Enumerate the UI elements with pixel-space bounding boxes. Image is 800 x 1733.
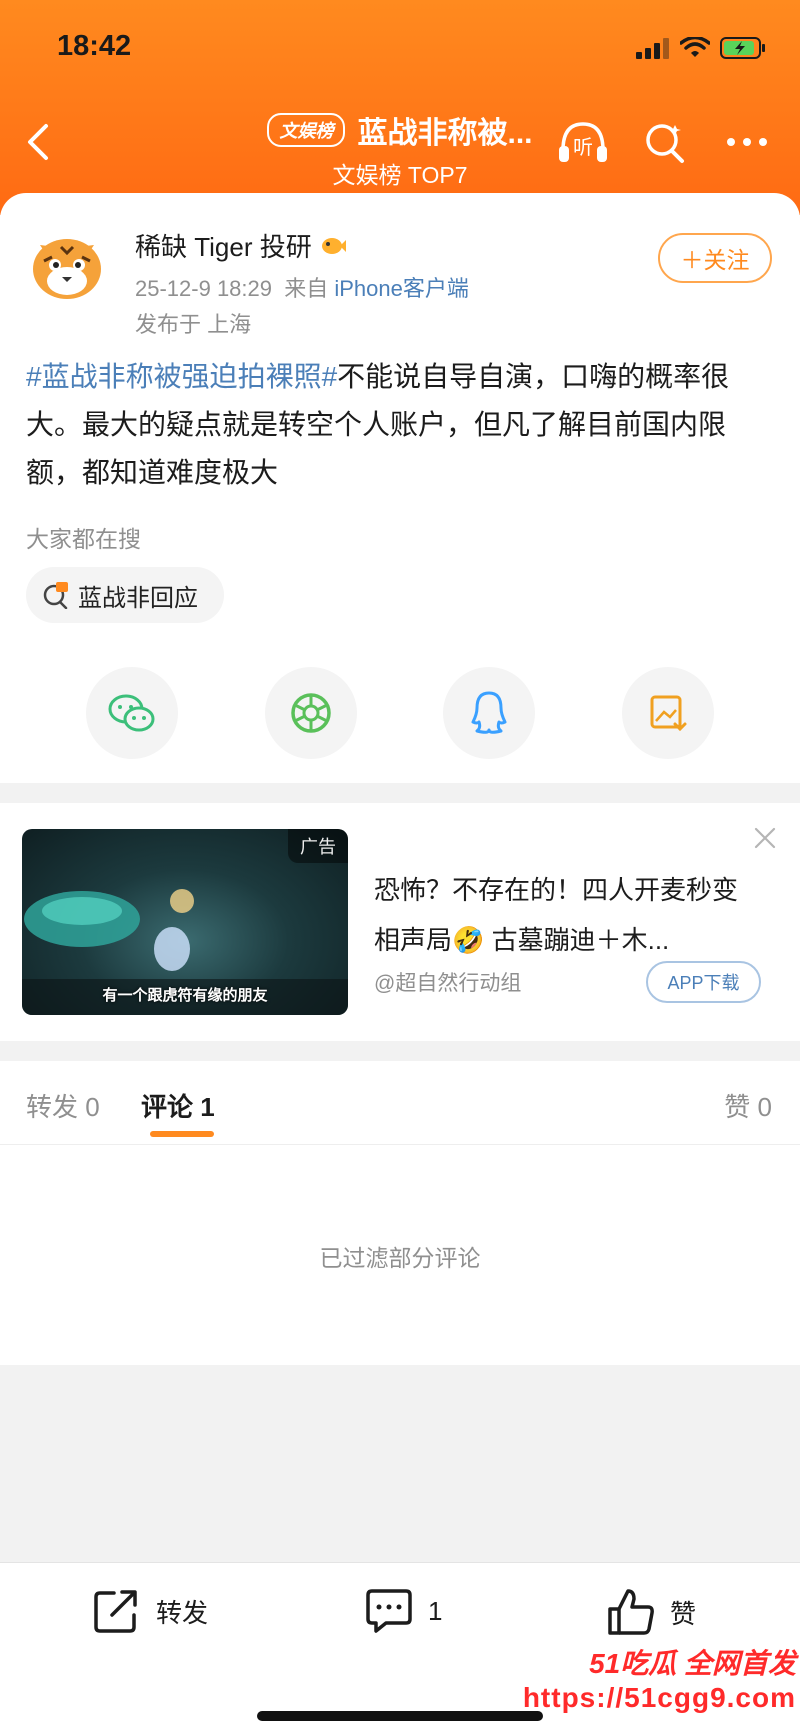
tab-repost-label: 转发	[26, 1092, 79, 1122]
tab-likes-count: 0	[757, 1092, 772, 1122]
share-moments-button[interactable]	[264, 667, 357, 759]
share-row	[86, 667, 714, 759]
battery-icon	[720, 37, 765, 59]
avatar[interactable]	[26, 225, 108, 307]
moments-icon	[290, 693, 331, 733]
comment-count: 1	[428, 1595, 443, 1626]
post-from: 来自	[284, 276, 329, 301]
active-tab-indicator	[150, 1131, 214, 1137]
save-image-button[interactable]	[621, 667, 714, 759]
signal-icon	[636, 38, 669, 59]
search-icon	[646, 124, 684, 163]
trending-search-chip[interactable]: 蓝战非回应	[26, 567, 224, 623]
share-qq-button[interactable]	[443, 667, 536, 759]
watermark: 51吃瓜 全网首发 https://51cgg9.com	[523, 1642, 796, 1714]
wifi-icon	[680, 37, 710, 57]
top-header: 18:42 文娱榜 蓝战非称被... 文娱榜 TOP7 听	[0, 0, 800, 215]
trending-search-header: 大家都在搜	[26, 526, 141, 552]
save-image-icon	[650, 695, 687, 732]
filtered-comments-note: 已过滤部分评论	[319, 1245, 481, 1271]
status-icons	[636, 34, 766, 62]
tab-likes[interactable]: 赞 0	[724, 1087, 772, 1124]
comment-icon	[366, 1589, 412, 1633]
ad-badge: 广告	[288, 829, 348, 863]
trending-search-label: 蓝战非回应	[78, 584, 198, 612]
watermark-url: https://51cgg9.com	[522, 1682, 796, 1713]
post-hashtag[interactable]: #蓝战非称被强迫拍裸照#	[26, 361, 337, 392]
status-time: 18:42	[57, 30, 132, 62]
share-wechat-button[interactable]	[86, 667, 178, 759]
post-source-link[interactable]: iPhone客户端	[334, 276, 469, 301]
interaction-tabs: 转发 0 评论 1 赞 0	[0, 1061, 800, 1145]
search-button[interactable]	[638, 118, 692, 166]
tab-comments-count: 1	[200, 1092, 215, 1122]
ad-image-caption: 有一个跟虎符有缘的朋友	[102, 987, 268, 1004]
post-body: #蓝战非称被强迫拍裸照#不能说自导自演，口嗨的概率很大。最大的疑点就是转空个人账…	[26, 353, 776, 497]
headphones-icon: 听	[559, 122, 607, 162]
home-indicator	[257, 1711, 543, 1721]
repost-button[interactable]: 转发	[92, 1587, 208, 1635]
listen-label: 听	[573, 135, 593, 159]
like-label: 赞	[670, 1598, 697, 1629]
like-button[interactable]: 赞	[606, 1587, 696, 1637]
ad-title[interactable]: 恐怖？不存在的！四人开麦秒变相声局🤣 古墓蹦迪＋木...	[374, 865, 754, 965]
repost-label: 转发	[156, 1597, 209, 1628]
page-title: 蓝战非称被...	[357, 117, 533, 150]
tab-likes-label: 赞	[724, 1092, 751, 1122]
listen-button[interactable]: 听	[556, 118, 610, 166]
more-icon	[727, 138, 767, 146]
thumbs-up-icon	[608, 1589, 654, 1635]
username[interactable]: 稀缺 Tiger 投研	[135, 227, 346, 264]
comment-button[interactable]: 1	[364, 1587, 442, 1635]
post-date: 25-12-9 18:29	[135, 276, 272, 301]
watermark-title: 51吃瓜 全网首发	[589, 1648, 796, 1679]
tab-repost-count: 0	[85, 1092, 100, 1122]
qq-icon	[471, 691, 507, 734]
ad-image[interactable]: 广告 有一个跟虎符有缘的朋友	[22, 829, 348, 1015]
repost-icon	[94, 1590, 137, 1633]
username-text: 稀缺 Tiger 投研	[135, 232, 312, 262]
tab-repost[interactable]: 转发 0	[26, 1087, 100, 1124]
tab-comments[interactable]: 评论 1	[141, 1087, 215, 1124]
more-button[interactable]	[720, 118, 774, 166]
post-card: 稀缺 Tiger 投研 25-12-9 18:29 来自 iPhone客户端 发…	[0, 193, 800, 783]
hot-search-icon	[43, 582, 68, 609]
app-download-button[interactable]: APP下载	[646, 961, 761, 1003]
post-meta: 25-12-9 18:29 来自 iPhone客户端	[135, 271, 469, 303]
tab-comments-label: 评论	[141, 1092, 194, 1122]
post-location: 发布于 上海	[135, 312, 252, 337]
ad-card[interactable]: 广告 有一个跟虎符有缘的朋友 恐怖？不存在的！四人开麦秒变相声局🤣 古墓蹦迪＋木…	[0, 803, 800, 1041]
follow-button[interactable]: ＋关注	[658, 233, 772, 283]
close-icon[interactable]	[752, 825, 778, 851]
header-actions: 听	[556, 118, 774, 166]
vip-fish-icon	[321, 237, 346, 254]
comments-section: 已过滤部分评论	[0, 1145, 800, 1365]
wechat-icon	[108, 694, 155, 732]
rank-tag: 文娱榜	[267, 113, 346, 147]
ad-source: @超自然行动组	[374, 972, 522, 995]
